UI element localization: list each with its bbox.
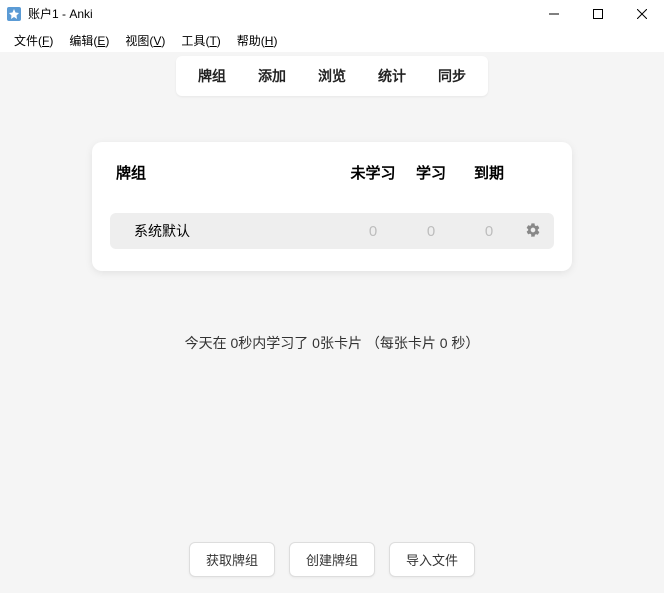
menu-tools[interactable]: 工具(T)	[173, 30, 228, 51]
bottom-buttons: 获取牌组 创建牌组 导入文件	[0, 542, 664, 577]
window-controls	[532, 0, 664, 27]
import-file-button[interactable]: 导入文件	[389, 542, 475, 577]
deck-name: 系统默认	[134, 221, 344, 241]
create-deck-button[interactable]: 创建牌组	[289, 542, 375, 577]
tab-browse[interactable]: 浏览	[302, 60, 362, 92]
header-due: 到期	[460, 162, 518, 183]
deck-new-count: 0	[344, 223, 402, 240]
content-area: 牌组 添加 浏览 统计 同步 牌组 未学习 学习 到期 系统默认 0 0 0 今	[0, 52, 664, 593]
study-stats-text: 今天在 0秒内学习了 0张卡片 （每张卡片 0 秒）	[0, 333, 664, 353]
deck-table-header: 牌组 未学习 学习 到期	[110, 162, 554, 213]
titlebar: 账户1 - Anki	[0, 0, 664, 28]
deck-due-count: 0	[460, 223, 518, 240]
tabs: 牌组 添加 浏览 统计 同步	[176, 56, 488, 96]
tab-stats[interactable]: 统计	[362, 60, 422, 92]
tabs-container: 牌组 添加 浏览 统计 同步	[0, 52, 664, 96]
maximize-button[interactable]	[576, 0, 620, 27]
header-deck: 牌组	[116, 162, 344, 183]
deck-options-button[interactable]	[518, 222, 548, 241]
header-spacer	[518, 162, 548, 183]
minimize-button[interactable]	[532, 0, 576, 27]
gear-icon	[525, 222, 541, 241]
deck-row[interactable]: 系统默认 0 0 0	[110, 213, 554, 249]
menu-file[interactable]: 文件(F)	[6, 30, 61, 51]
tab-sync[interactable]: 同步	[422, 60, 482, 92]
window-title: 账户1 - Anki	[28, 5, 532, 22]
tab-decks[interactable]: 牌组	[182, 60, 242, 92]
deck-list-card: 牌组 未学习 学习 到期 系统默认 0 0 0	[92, 142, 572, 271]
header-new: 未学习	[344, 162, 402, 183]
app-icon	[6, 6, 22, 22]
menubar: 文件(F) 编辑(E) 视图(V) 工具(T) 帮助(H)	[0, 28, 664, 52]
menu-edit[interactable]: 编辑(E)	[61, 30, 117, 51]
tab-add[interactable]: 添加	[242, 60, 302, 92]
deck-learn-count: 0	[402, 223, 460, 240]
menu-view[interactable]: 视图(V)	[117, 30, 173, 51]
header-learn: 学习	[402, 162, 460, 183]
menu-help[interactable]: 帮助(H)	[229, 30, 286, 51]
close-button[interactable]	[620, 0, 664, 27]
get-decks-button[interactable]: 获取牌组	[189, 542, 275, 577]
